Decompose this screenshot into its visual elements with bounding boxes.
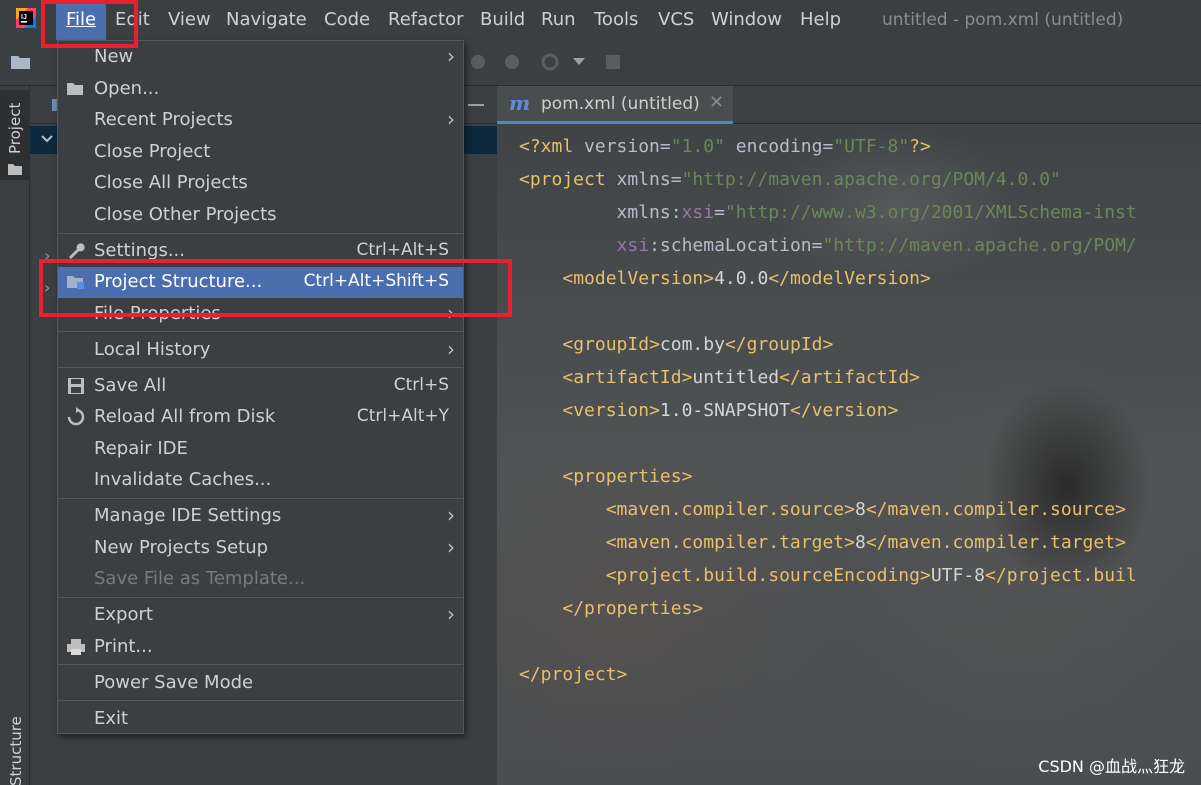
folder-icon	[8, 164, 22, 175]
menu-separator	[58, 597, 463, 598]
menu-refactor[interactable]: Refactor	[388, 0, 464, 40]
menu-build[interactable]: Build	[480, 0, 525, 40]
editor-tab-strip: m pom.xml (untitled) ✕	[497, 86, 1201, 124]
project-tool-button[interactable]: Project	[0, 90, 30, 180]
code-line: <?xml version="1.0" encoding="UTF-8"?>	[519, 136, 931, 157]
menu-run[interactable]: Run	[541, 0, 576, 40]
menu-item-repair-ide[interactable]: Repair IDE	[58, 434, 463, 465]
maven-file-icon: m	[509, 91, 531, 115]
menu-item-local-history[interactable]: Local History ›	[58, 335, 463, 366]
code-line: <maven.compiler.source>8</maven.compiler…	[605, 499, 1126, 520]
run-config-icon[interactable]	[468, 52, 488, 72]
editor-tab-label: pom.xml (untitled)	[541, 94, 700, 114]
menu-separator	[58, 498, 463, 499]
editor-area: m pom.xml (untitled) ✕ <?xml version="1.…	[497, 86, 1201, 785]
menu-item-recent-projects[interactable]: Recent Projects ›	[58, 105, 463, 136]
code-editor[interactable]: <?xml version="1.0" encoding="UTF-8"?> <p…	[519, 130, 1137, 691]
folder-open-icon	[67, 83, 83, 95]
menu-tools[interactable]: Tools	[594, 0, 638, 40]
chevron-down-icon[interactable]	[572, 56, 586, 66]
coverage-icon[interactable]	[540, 52, 560, 72]
menu-item-save-all[interactable]: Save All Ctrl+S	[58, 371, 463, 402]
chevron-right-icon: ›	[447, 535, 455, 559]
menu-item-new-projects-setup[interactable]: New Projects Setup ›	[58, 533, 463, 564]
printer-icon	[67, 639, 85, 655]
left-tool-stripe: Project Structure	[0, 86, 30, 785]
intellij-logo-icon: IJ	[16, 8, 36, 28]
chevron-right-icon: ›	[447, 602, 455, 626]
menu-item-close-all-projects[interactable]: Close All Projects	[58, 168, 463, 199]
menu-separator	[58, 233, 463, 234]
code-line: <version>1.0-SNAPSHOT</version>	[562, 400, 899, 421]
menu-item-close-other-projects[interactable]: Close Other Projects	[58, 200, 463, 231]
wrench-icon	[69, 243, 85, 259]
menu-view[interactable]: View	[168, 0, 211, 40]
menu-item-reload-all[interactable]: Reload All from Disk Ctrl+Alt+Y	[58, 402, 463, 433]
menu-vcs[interactable]: VCS	[658, 0, 694, 40]
chevron-right-icon: ›	[447, 107, 455, 131]
code-line: </project>	[519, 664, 628, 685]
menu-item-print[interactable]: Print...	[58, 632, 463, 663]
menu-navigate[interactable]: Navigate	[226, 0, 307, 40]
file-menu-dropdown: New › Open... Recent Projects › Close Proj…	[57, 40, 464, 734]
code-line: </properties>	[562, 598, 704, 619]
menu-separator	[58, 664, 463, 665]
structure-stripe-label[interactable]: Structure	[7, 716, 25, 785]
menu-separator	[58, 367, 463, 368]
menu-item-open[interactable]: Open...	[58, 74, 463, 105]
code-line: <artifactId>untitled</artifactId>	[562, 367, 921, 388]
menubar: IJ File Edit View Navigate Code Refactor…	[0, 0, 1201, 40]
menu-separator	[58, 331, 463, 332]
code-line: xsi:schemaLocation="http://maven.apache.…	[616, 235, 1137, 256]
highlight-box-file-menu	[41, 0, 138, 48]
chevron-right-icon: ›	[447, 44, 455, 68]
close-icon[interactable]: ✕	[709, 92, 724, 113]
open-folder-icon[interactable]	[10, 53, 32, 71]
save-icon	[68, 378, 84, 394]
menu-item-export[interactable]: Export ›	[58, 600, 463, 631]
menu-item-save-file-as-template: Save File as Template...	[94, 568, 306, 589]
menu-separator	[58, 700, 463, 701]
chevron-down-icon[interactable]	[40, 134, 54, 144]
window-title: untitled - pom.xml (untitled)	[882, 10, 1124, 30]
highlight-box-project-structure	[39, 259, 512, 317]
code-line: <project.build.sourceEncoding>UTF-8</pro…	[605, 565, 1137, 586]
reload-icon	[67, 407, 85, 426]
stop-icon[interactable]	[604, 53, 622, 71]
code-line: <properties>	[562, 466, 693, 487]
editor-tab-pom[interactable]: m pom.xml (untitled) ✕	[497, 86, 733, 124]
svg-text:IJ: IJ	[21, 14, 27, 21]
menu-item-manage-ide-settings[interactable]: Manage IDE Settings ›	[58, 501, 463, 532]
code-line: <groupId>com.by</groupId>	[562, 334, 834, 355]
debug-icon[interactable]	[502, 52, 522, 72]
code-line: xmlns:xsi="http://www.w3.org/2001/XMLSch…	[616, 202, 1137, 223]
watermark: CSDN @血战灬狂龙	[1038, 757, 1185, 776]
chevron-right-icon: ›	[447, 503, 455, 527]
menu-item-exit[interactable]: Exit	[58, 704, 463, 735]
chevron-right-icon: ›	[447, 337, 455, 361]
project-stripe-label: Project	[6, 102, 24, 154]
menu-window[interactable]: Window	[711, 0, 782, 40]
minimize-icon[interactable]	[468, 104, 484, 106]
menu-item-close-project[interactable]: Close Project	[58, 137, 463, 168]
menu-code[interactable]: Code	[324, 0, 370, 40]
menu-item-power-save-mode[interactable]: Power Save Mode	[58, 668, 463, 699]
code-line: <modelVersion>4.0.0</modelVersion>	[562, 268, 931, 289]
code-line: <maven.compiler.target>8</maven.compiler…	[605, 532, 1126, 553]
menu-item-invalidate-caches[interactable]: Invalidate Caches...	[58, 465, 463, 496]
code-line: <project xmlns="http://maven.apache.org/…	[519, 169, 1061, 190]
menu-help[interactable]: Help	[800, 0, 841, 40]
